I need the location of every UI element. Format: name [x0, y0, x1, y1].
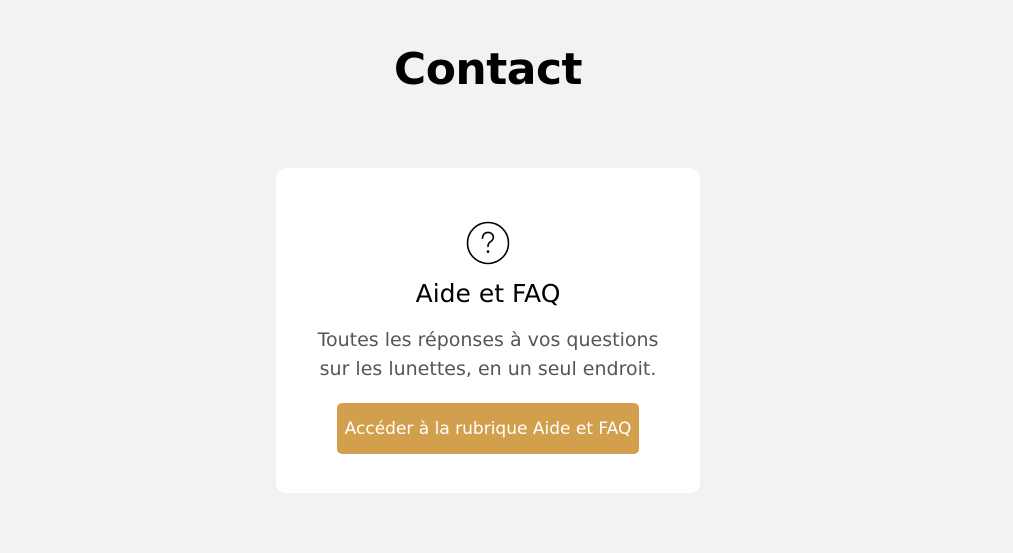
- card-description: Toutes les réponses à vos questions sur …: [317, 329, 659, 380]
- question-circle-icon: [466, 221, 510, 265]
- help-faq-card: Aide et FAQ Toutes les réponses à vos qu…: [276, 168, 700, 493]
- page-title: Contact: [393, 44, 583, 95]
- faq-button[interactable]: Accéder à la rubrique Aide et FAQ: [336, 403, 640, 454]
- card-title: Aide et FAQ: [415, 279, 561, 308]
